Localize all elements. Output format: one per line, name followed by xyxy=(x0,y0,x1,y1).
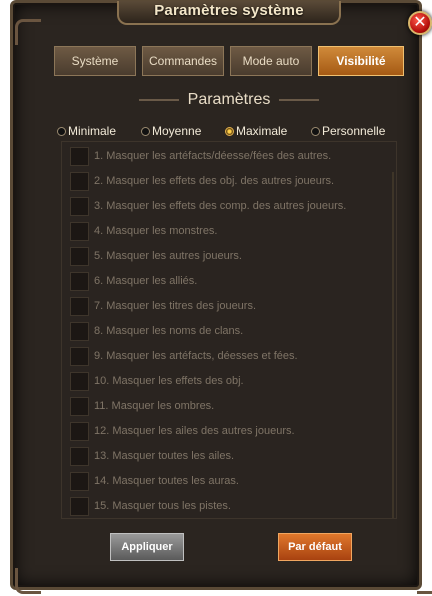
system-settings-window: Paramètres système ✕ Système Commandes M… xyxy=(10,0,432,594)
section-title: Paramètres xyxy=(187,91,271,108)
close-icon: ✕ xyxy=(413,14,427,31)
checkbox[interactable] xyxy=(70,172,89,191)
frame-corner-ornament xyxy=(417,568,432,594)
checkbox[interactable] xyxy=(70,247,89,266)
list-item[interactable]: 1. Masquer les artéfacts/déesse/fées des… xyxy=(70,146,390,168)
default-button[interactable]: Par défaut xyxy=(278,533,352,561)
option-label: 14. Masquer toutes les auras. xyxy=(94,475,239,487)
list-item[interactable]: 13. Masquer toutes les ailes. xyxy=(70,446,390,468)
checkbox[interactable] xyxy=(70,422,89,441)
checkbox[interactable] xyxy=(70,347,89,366)
mode-label: Moyenne xyxy=(152,124,202,138)
tab-visibilite[interactable]: Visibilité xyxy=(318,46,404,76)
mode-option-personnelle[interactable]: Personnelle xyxy=(311,123,385,139)
mode-option-minimale[interactable]: Minimale xyxy=(57,123,116,139)
settings-tabs: Système Commandes Mode auto Visibilité xyxy=(54,46,406,76)
frame-corner-ornament xyxy=(15,19,41,45)
apply-button[interactable]: Appliquer xyxy=(110,533,184,561)
section-header: Paramètres xyxy=(53,89,405,111)
mode-option-moyenne[interactable]: Moyenne xyxy=(141,123,201,139)
list-item[interactable]: 7. Masquer les titres des joueurs. xyxy=(70,296,390,318)
visibility-mode-group: Minimale Moyenne Maximale Personnelle xyxy=(57,123,397,139)
radio-selected-icon xyxy=(225,127,234,136)
list-item[interactable]: 4. Masquer les monstres. xyxy=(70,221,390,243)
list-item[interactable]: 8. Masquer les noms de clans. xyxy=(70,321,390,343)
option-label: 4. Masquer les monstres. xyxy=(94,225,218,237)
list-item[interactable]: 12. Masquer les ailes des autres joueurs… xyxy=(70,421,390,443)
frame-corner-ornament xyxy=(15,568,41,594)
option-label: 2. Masquer les effets des obj. des autre… xyxy=(94,175,335,187)
title-plate: Paramètres système xyxy=(117,1,341,25)
checkbox[interactable] xyxy=(70,322,89,341)
mode-label: Personnelle xyxy=(322,124,386,138)
option-label: 11. Masquer les ombres. xyxy=(94,400,215,412)
option-label: 13. Masquer toutes les ailes. xyxy=(94,450,235,462)
tab-systeme[interactable]: Système xyxy=(54,46,136,76)
option-label: 8. Masquer les noms de clans. xyxy=(94,325,244,337)
list-item[interactable]: 11. Masquer les ombres. xyxy=(70,396,390,418)
mode-label: Minimale xyxy=(68,124,117,138)
divider-ornament xyxy=(139,99,179,101)
radio-icon xyxy=(57,127,66,136)
option-label: 10. Masquer les effets des obj. xyxy=(94,375,244,387)
list-item[interactable]: 2. Masquer les effets des obj. des autre… xyxy=(70,171,390,193)
checkbox[interactable] xyxy=(70,272,89,291)
options-list: 1. Masquer les artéfacts/déesse/fées des… xyxy=(61,141,397,519)
radio-icon xyxy=(311,127,320,136)
list-scrollbar[interactable] xyxy=(392,172,394,518)
list-item[interactable]: 15. Masquer tous les pistes. xyxy=(70,496,390,518)
checkbox[interactable] xyxy=(70,447,89,466)
checkbox[interactable] xyxy=(70,222,89,241)
divider-ornament xyxy=(279,99,319,101)
option-label: 5. Masquer les autres joueurs. xyxy=(94,250,242,262)
mode-label: Maximale xyxy=(236,124,288,138)
mode-option-maximale[interactable]: Maximale xyxy=(225,123,287,139)
checkbox[interactable] xyxy=(70,397,89,416)
checkbox[interactable] xyxy=(70,372,89,391)
checkbox[interactable] xyxy=(70,497,89,516)
checkbox[interactable] xyxy=(70,147,89,166)
close-button[interactable]: ✕ xyxy=(408,11,432,35)
radio-icon xyxy=(141,127,150,136)
list-item[interactable]: 5. Masquer les autres joueurs. xyxy=(70,246,390,268)
window-title: Paramètres système xyxy=(154,2,304,19)
list-item[interactable]: 10. Masquer les effets des obj. xyxy=(70,371,390,393)
checkbox[interactable] xyxy=(70,297,89,316)
option-label: 1. Masquer les artéfacts/déesse/fées des… xyxy=(94,150,332,162)
tab-mode-auto[interactable]: Mode auto xyxy=(230,46,312,76)
tab-commandes[interactable]: Commandes xyxy=(142,46,224,76)
list-item[interactable]: 6. Masquer les alliés. xyxy=(70,271,390,293)
checkbox[interactable] xyxy=(70,472,89,491)
list-item[interactable]: 9. Masquer les artéfacts, déesses et fée… xyxy=(70,346,390,368)
list-item[interactable]: 3. Masquer les effets des comp. des autr… xyxy=(70,196,390,218)
option-label: 12. Masquer les ailes des autres joueurs… xyxy=(94,425,295,437)
option-label: 9. Masquer les artéfacts, déesses et fée… xyxy=(94,350,298,362)
option-label: 15. Masquer tous les pistes. xyxy=(94,500,231,512)
option-label: 6. Masquer les alliés. xyxy=(94,275,198,287)
list-item[interactable]: 14. Masquer toutes les auras. xyxy=(70,471,390,493)
checkbox[interactable] xyxy=(70,197,89,216)
option-label: 7. Masquer les titres des joueurs. xyxy=(94,300,257,312)
option-label: 3. Masquer les effets des comp. des autr… xyxy=(94,200,347,212)
